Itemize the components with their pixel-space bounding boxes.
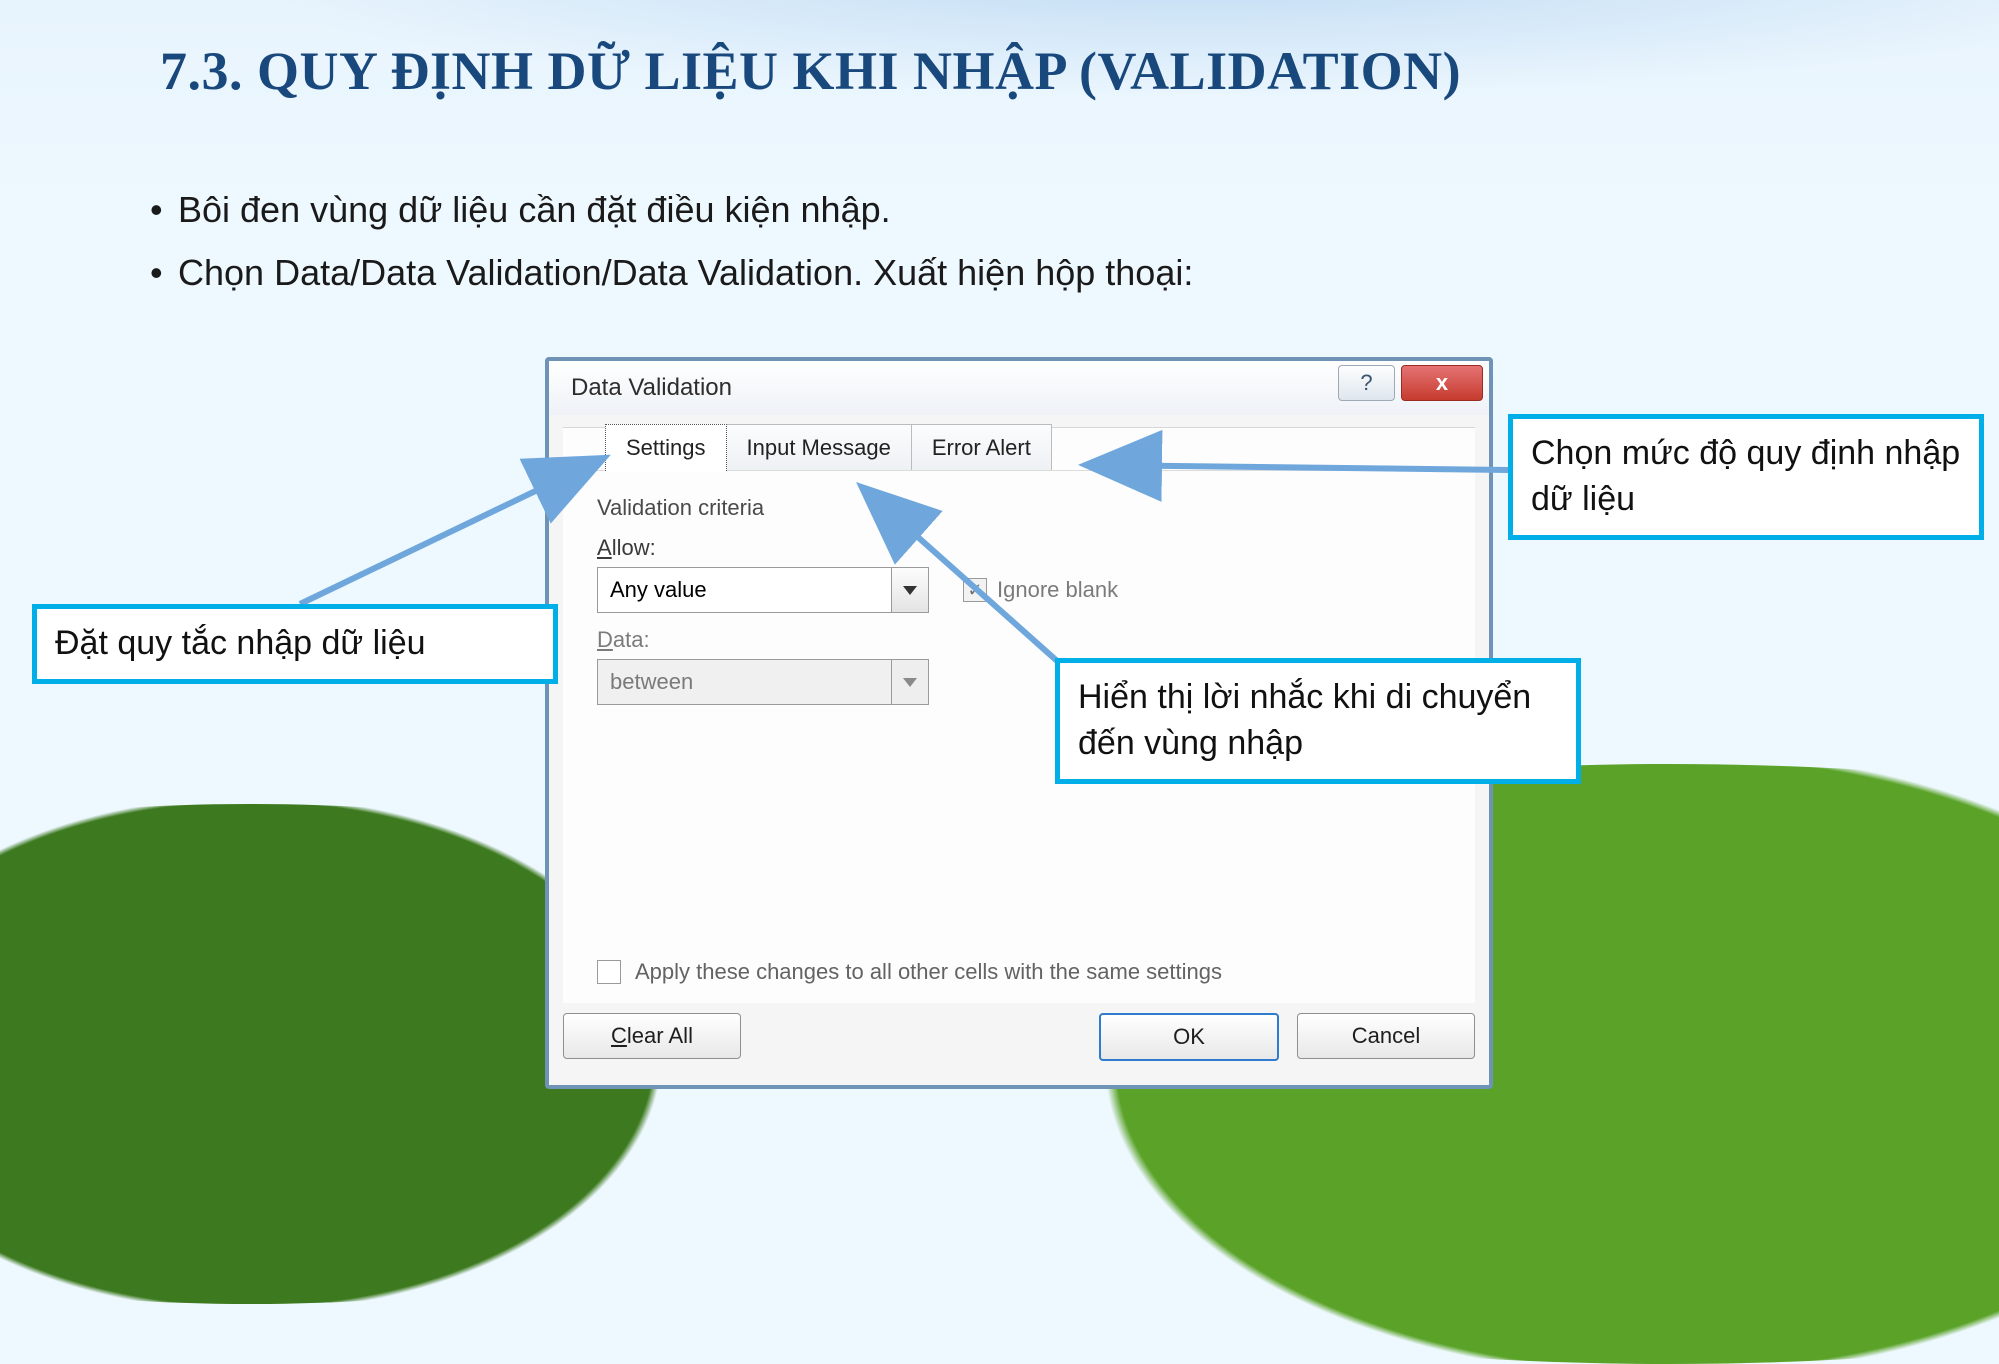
bullet-item: •Chọn Data/Data Validation/Data Validati… xyxy=(150,241,1193,304)
data-combobox: between xyxy=(597,659,929,705)
ignore-blank-checkbox: ✓ Ignore blank xyxy=(963,577,1118,603)
chevron-down-icon xyxy=(903,586,917,595)
clear-rest: lear All xyxy=(627,1023,693,1048)
slide-bullets: •Bôi đen vùng dữ liệu cần đặt điều kiện … xyxy=(150,178,1193,304)
checkbox-icon: ✓ xyxy=(963,578,987,602)
chevron-down-icon xyxy=(903,678,917,687)
checkbox-icon xyxy=(597,960,621,984)
dialog-footer: Clear All OK Cancel xyxy=(563,1013,1475,1071)
ignore-rest: gnore blank xyxy=(1003,577,1118,602)
tab-input-message[interactable]: Input Message xyxy=(726,424,912,471)
apply-checkbox: Apply these changes to all other cells w… xyxy=(597,959,1222,985)
dialog-tabs: Settings Input Message Error Alert xyxy=(605,424,1051,471)
tab-settings[interactable]: Settings xyxy=(605,424,727,471)
callout-error-alert: Chọn mức độ quy định nhập dữ liệu xyxy=(1508,414,1984,540)
allow-combobox[interactable]: Any value xyxy=(597,567,929,613)
data-accelerator: D xyxy=(597,627,613,652)
data-label: Data: xyxy=(597,627,1441,653)
allow-dropdown-button[interactable] xyxy=(891,568,928,612)
check-icon: ✓ xyxy=(967,580,982,601)
callout-input-message: Hiển thị lời nhắc khi di chuyển đến vùng… xyxy=(1055,658,1581,784)
data-value: between xyxy=(598,669,891,695)
callout-settings: Đặt quy tắc nhập dữ liệu xyxy=(32,604,558,684)
data-rest: ata: xyxy=(613,627,650,652)
close-button[interactable]: x xyxy=(1401,365,1483,401)
group-label: Validation criteria xyxy=(597,495,1441,521)
allow-label: Allow: xyxy=(597,535,1441,561)
ok-button[interactable]: OK xyxy=(1099,1013,1279,1061)
bullet-text: Chọn Data/Data Validation/Data Validatio… xyxy=(178,252,1193,293)
allow-accelerator: A xyxy=(597,535,612,560)
allow-rest: llow: xyxy=(612,535,656,560)
cancel-button[interactable]: Cancel xyxy=(1297,1013,1475,1059)
slide-title: 7.3. QUY ĐỊNH DỮ LIỆU KHI NHẬP (VALIDATI… xyxy=(160,40,1461,102)
bullet-text: Bôi đen vùng dữ liệu cần đặt điều kiện n… xyxy=(178,189,891,230)
help-button[interactable]: ? xyxy=(1338,365,1395,401)
allow-value: Any value xyxy=(598,577,891,603)
tab-error-alert[interactable]: Error Alert xyxy=(911,424,1052,471)
clear-all-button[interactable]: Clear All xyxy=(563,1013,741,1059)
clear-accelerator: C xyxy=(611,1023,627,1048)
bullet-item: •Bôi đen vùng dữ liệu cần đặt điều kiện … xyxy=(150,178,1193,241)
data-dropdown-button xyxy=(891,660,928,704)
apply-label: Apply these changes to all other cells w… xyxy=(635,959,1222,985)
